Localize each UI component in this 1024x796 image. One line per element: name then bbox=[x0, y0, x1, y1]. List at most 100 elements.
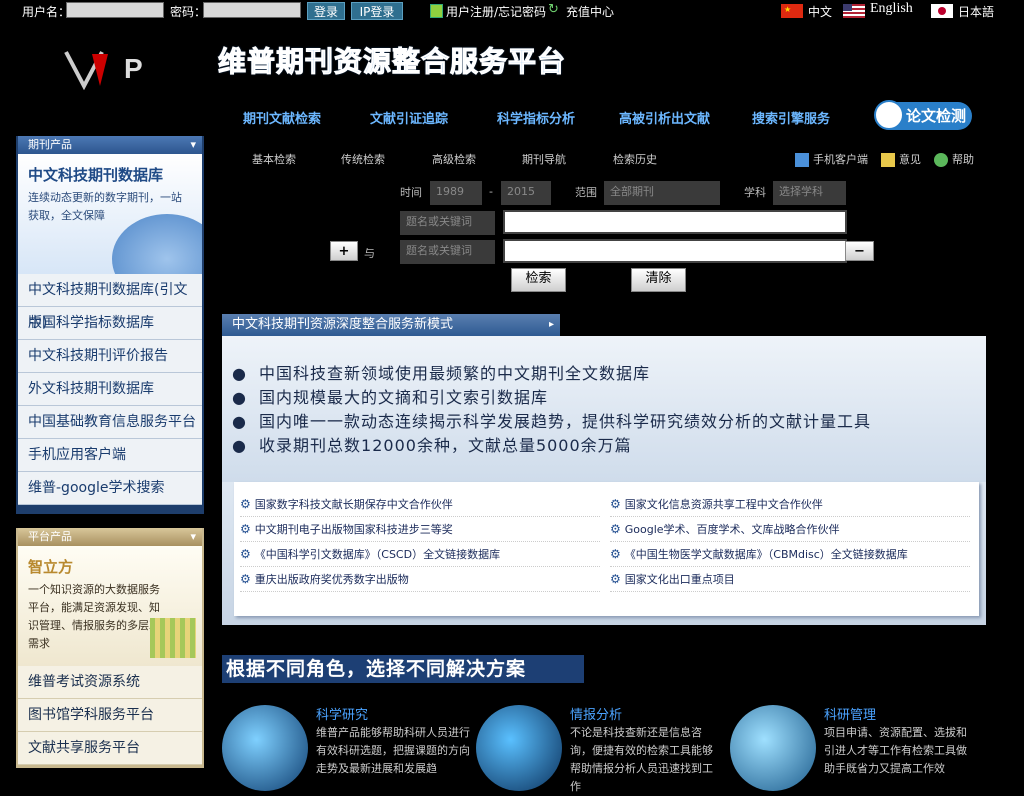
register-icon bbox=[430, 4, 443, 18]
sidebar-platform-header: 平台产品 ▾ bbox=[18, 528, 202, 546]
role-heading[interactable]: 科学研究 bbox=[316, 704, 368, 723]
subject-select[interactable]: 选择学科 bbox=[773, 181, 846, 205]
field-select-1[interactable]: 题名或关键词 bbox=[400, 211, 495, 235]
partners-left-column: ⚙ 国家数字科技文献长期保存中文合作伙伴 ⚙ 中文期刊电子出版物国家科技进步三等奖 … bbox=[240, 492, 600, 592]
feedback-link[interactable]: 意见 bbox=[881, 151, 921, 167]
role-heading[interactable]: 情报分析 bbox=[570, 704, 622, 723]
featured-product-platform[interactable]: 智立方 一个知识资源的大数据服务平台，能满足资源发现、知识管理、情报服务的多层次… bbox=[18, 546, 202, 666]
banner-tab[interactable]: 中文科技期刊资源深度整合服务新模式 ▸ bbox=[222, 314, 560, 336]
featured-title: 中文科技期刊数据库 bbox=[28, 166, 164, 184]
chevron-right-icon: ▸ bbox=[548, 319, 554, 330]
gear-icon: ⚙ bbox=[240, 497, 251, 511]
feedback-icon bbox=[881, 153, 895, 167]
year-from-input[interactable]: 1989 bbox=[430, 181, 482, 205]
partner-item[interactable]: ⚙ 国家文化信息资源共享工程中文合作伙伴 bbox=[610, 492, 970, 517]
ip-login-button[interactable]: IP登录 bbox=[351, 2, 403, 20]
partner-item[interactable]: ⚙ 重庆出版政府奖优秀数字出版物 bbox=[240, 567, 600, 592]
gear-icon: ⚙ bbox=[240, 522, 251, 536]
lang-en-link[interactable]: English bbox=[870, 1, 913, 17]
partners-panel: ⚙ 国家数字科技文献长期保存中文合作伙伴 ⚙ 中文期刊电子出版物国家科技进步三等奖 … bbox=[222, 482, 986, 625]
partner-item[interactable]: ⚙ 《中国科学引文数据库》（CSCD）全文链接数据库 bbox=[240, 542, 600, 567]
magnifier-icon bbox=[874, 100, 904, 130]
sidebar-item[interactable]: 文献共享服务平台 bbox=[18, 732, 202, 765]
partners-list: ⚙ 国家数字科技文献长期保存中文合作伙伴 ⚙ 中文期刊电子出版物国家科技进步三等奖 … bbox=[234, 482, 979, 616]
chevron-down-icon: ▾ bbox=[190, 530, 196, 543]
banner-bullet: ● 国内唯一一款动态连续揭示科学发展趋势，提供科学研究绩效分析的文献计量工具 bbox=[232, 412, 872, 431]
sidebar-item[interactable]: 中国科学指标数据库 bbox=[18, 307, 202, 340]
role-description: 维普产品能够帮助科研人员进行有效科研选题，把握课题的方向走势及最新进展和发展趋 bbox=[316, 726, 470, 775]
register-link[interactable]: 用户注册/忘记密码 bbox=[446, 3, 546, 20]
site-title: 维普期刊资源整合服务平台 bbox=[217, 45, 567, 79]
sidebar-item[interactable]: 外文科技期刊数据库 bbox=[18, 373, 202, 406]
gear-icon: ⚙ bbox=[610, 572, 621, 586]
gear-icon: ⚙ bbox=[240, 572, 251, 586]
time-label: 时间 bbox=[400, 186, 422, 199]
sidebar-item[interactable]: 手机应用客户端 bbox=[18, 439, 202, 472]
password-input[interactable] bbox=[203, 2, 301, 18]
sidebar-item[interactable]: 维普-google学术搜索 bbox=[18, 472, 202, 505]
japan-flag-icon[interactable] bbox=[931, 4, 953, 18]
login-button[interactable]: 登录 bbox=[307, 2, 345, 20]
paper-check-button[interactable]: 论文检测 bbox=[874, 100, 972, 130]
role-heading[interactable]: 科研管理 bbox=[824, 704, 876, 723]
partner-item[interactable]: ⚙ 《中国生物医学文献数据库》（CBMdisc）全文链接数据库 bbox=[610, 542, 970, 567]
field-select-2[interactable]: 题名或关键词 bbox=[400, 240, 495, 264]
china-flag-icon[interactable]: ★ bbox=[781, 4, 803, 18]
sidebar-platform-products: 平台产品 ▾ 智立方 一个知识资源的大数据服务平台，能满足资源发现、知识管理、情… bbox=[16, 528, 204, 768]
username-label: 用户名： bbox=[22, 5, 71, 19]
management-image[interactable] bbox=[730, 705, 816, 791]
sidebar-item[interactable]: 图书馆学科服务平台 bbox=[18, 699, 202, 732]
clear-button[interactable]: 清除 bbox=[631, 268, 686, 292]
lang-ja-link[interactable]: 日本語 bbox=[958, 3, 994, 20]
sidebar-item[interactable]: 维普考试资源系统 bbox=[18, 666, 202, 699]
sidebar-item[interactable]: 中文科技期刊评价报告 bbox=[18, 340, 202, 373]
vip-logo[interactable]: P bbox=[62, 46, 157, 91]
nav-journal-search[interactable]: 期刊文献检索 bbox=[243, 108, 321, 127]
roles-section-title: 根据不同角色，选择不同解决方案 bbox=[222, 655, 584, 683]
mobile-icon bbox=[795, 153, 809, 167]
research-image[interactable] bbox=[222, 705, 308, 791]
and-operator[interactable]: 与 bbox=[364, 245, 375, 261]
search-button[interactable]: 检索 bbox=[511, 268, 566, 292]
partner-item[interactable]: ⚙ Google学术、百度学术、文库战略合作伙伴 bbox=[610, 517, 970, 542]
nav-search-engine[interactable]: 搜索引擎服务 bbox=[752, 108, 830, 127]
tab-search-history[interactable]: 检索历史 bbox=[613, 151, 657, 167]
gear-icon: ⚙ bbox=[610, 497, 621, 511]
range-select[interactable]: 全部期刊 bbox=[604, 181, 720, 205]
lang-zh-link[interactable]: 中文 bbox=[808, 3, 832, 20]
partner-item[interactable]: ⚙ 国家文化出口重点项目 bbox=[610, 567, 970, 592]
username-input[interactable] bbox=[66, 2, 164, 18]
recharge-link[interactable]: 充值中心 bbox=[566, 3, 614, 20]
nav-citation-tracking[interactable]: 文献引证追踪 bbox=[370, 108, 448, 127]
us-flag-icon[interactable] bbox=[843, 4, 865, 18]
partner-item[interactable]: ⚙ 中文期刊电子出版物国家科技进步三等奖 bbox=[240, 517, 600, 542]
featured-title: 智立方 bbox=[28, 558, 74, 576]
nav-science-index[interactable]: 科学指标分析 bbox=[497, 108, 575, 127]
keyword-input-1[interactable] bbox=[503, 210, 847, 234]
tab-basic-search[interactable]: 基本检索 bbox=[252, 151, 296, 167]
analysis-image[interactable] bbox=[476, 705, 562, 791]
feature-banner: ● 中国科技查新领域使用最频繁的中文期刊全文数据库 ● 国内规模最大的文摘和引文… bbox=[222, 336, 986, 482]
gear-icon: ⚙ bbox=[610, 522, 621, 536]
nav-highly-cited[interactable]: 高被引析出文献 bbox=[619, 108, 710, 127]
partner-item[interactable]: ⚙ 国家数字科技文献长期保存中文合作伙伴 bbox=[240, 492, 600, 517]
partners-right-column: ⚙ 国家文化信息资源共享工程中文合作伙伴 ⚙ Google学术、百度学术、文库战略合… bbox=[610, 492, 970, 592]
tab-advanced-search[interactable]: 高级检索 bbox=[432, 151, 476, 167]
mobile-client-link[interactable]: 手机客户端 bbox=[795, 151, 868, 167]
svg-text:P: P bbox=[124, 53, 143, 84]
year-to-input[interactable]: 2015 bbox=[501, 181, 551, 205]
gear-icon: ⚙ bbox=[610, 547, 621, 561]
sidebar-journal-header: 期刊产品 ▾ bbox=[18, 136, 202, 154]
sidebar-item[interactable]: 中文科技期刊数据库(引文版) bbox=[18, 274, 202, 331]
paper-check-label: 论文检测 bbox=[905, 107, 966, 125]
tab-traditional-search[interactable]: 传统检索 bbox=[341, 151, 385, 167]
keyword-input-2[interactable] bbox=[503, 239, 847, 263]
featured-product-journal[interactable]: 中文科技期刊数据库 连续动态更新的数字期刊，一站获取，全文保障 bbox=[18, 154, 202, 274]
sidebar-journal-products: 期刊产品 ▾ 中文科技期刊数据库 连续动态更新的数字期刊，一站获取，全文保障 中… bbox=[16, 136, 204, 514]
sidebar-item[interactable]: 中国基础教育信息服务平台 bbox=[18, 406, 202, 439]
year-dash: - bbox=[489, 185, 493, 198]
tab-journal-nav[interactable]: 期刊导航 bbox=[522, 151, 566, 167]
remove-row-button[interactable]: − bbox=[845, 241, 874, 261]
help-link[interactable]: 帮助 bbox=[934, 151, 974, 167]
add-row-button[interactable]: + bbox=[330, 241, 358, 261]
